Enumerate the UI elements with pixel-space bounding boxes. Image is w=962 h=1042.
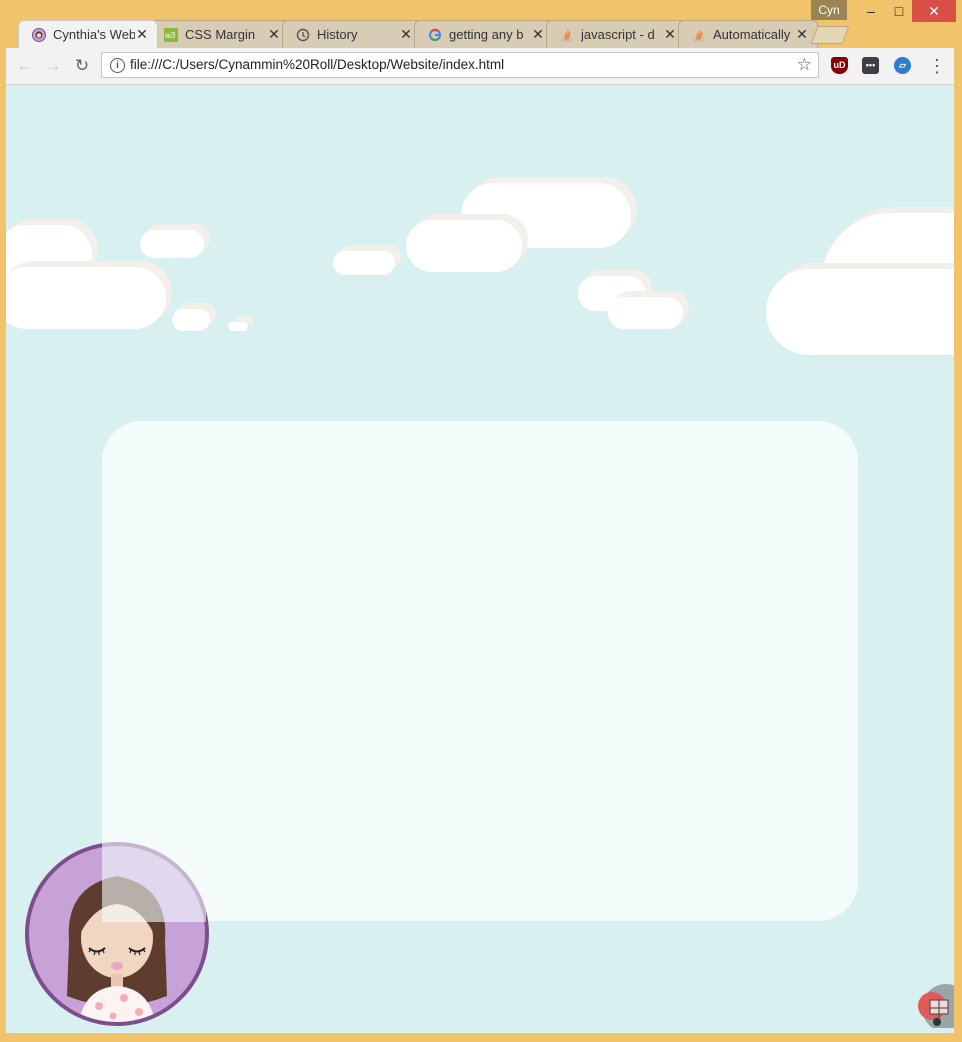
cloud	[140, 230, 204, 258]
history-icon	[295, 27, 311, 43]
stackoverflow-icon	[691, 27, 707, 43]
tab-css-margin[interactable]: w3 CSS Margin ✕	[150, 20, 290, 48]
extension-blue-icon[interactable]: ▱	[894, 57, 911, 74]
cloud	[608, 297, 683, 329]
extension-dots-icon[interactable]: •••	[862, 57, 879, 74]
cloud	[333, 251, 395, 275]
tab-strip: Cynthia's Website ✕ w3 CSS Margin ✕ Hist…	[0, 18, 962, 48]
cloud	[406, 220, 522, 272]
tab-title: CSS Margin	[185, 27, 256, 42]
browser-menu-icon[interactable]: ⋮	[928, 56, 946, 77]
address-bar[interactable]: i file:///C:/Users/Cynammin%20Roll/Deskt…	[101, 52, 819, 78]
profile-badge[interactable]: Cyn	[811, 0, 847, 20]
bookmark-star-icon[interactable]: ☆	[797, 55, 812, 75]
avatar[interactable]	[25, 842, 209, 1026]
content-panel	[102, 421, 858, 921]
corner-widget-icon[interactable]	[912, 978, 954, 1032]
tab-title: getting any b	[449, 27, 524, 42]
girl-avatar-icon	[67, 876, 167, 1022]
info-icon[interactable]: i	[110, 58, 125, 73]
w3-favicon-icon: w3	[163, 27, 179, 43]
tab-cynthias-website[interactable]: Cynthia's Website ✕	[18, 20, 158, 48]
page-viewport	[6, 85, 954, 1033]
cloud	[228, 322, 248, 331]
cloud	[766, 269, 954, 355]
google-g-icon	[427, 27, 443, 43]
url-text[interactable]: file:///C:/Users/Cynammin%20Roll/Desktop…	[130, 57, 504, 72]
tab-javascript-stackoverflow[interactable]: javascript - d ✕	[546, 20, 686, 48]
tab-title: javascript - d	[581, 27, 655, 42]
tab-close-icon[interactable]: ✕	[663, 26, 677, 43]
tab-close-icon[interactable]: ✕	[399, 26, 413, 43]
cloud	[172, 309, 210, 331]
tab-history[interactable]: History ✕	[282, 20, 422, 48]
tab-title: Automatically	[713, 27, 791, 42]
back-button[interactable]: ←	[15, 56, 35, 76]
forward-button[interactable]: →	[43, 56, 63, 76]
tab-title: History	[317, 27, 358, 42]
tab-close-icon[interactable]: ✕	[531, 26, 545, 43]
browser-window: Cyn – □ ✕ Cynthia's Website ✕ w3 CSS Mar…	[0, 0, 962, 1042]
stackoverflow-icon	[559, 27, 575, 43]
tab-close-icon[interactable]: ✕	[267, 26, 281, 43]
tab-google-search[interactable]: getting any b ✕	[414, 20, 554, 48]
new-tab-button[interactable]	[810, 26, 850, 44]
tab-close-icon[interactable]: ✕	[135, 26, 149, 43]
tab-automatically-stackoverflow[interactable]: Automatically ✕	[678, 20, 818, 48]
window-bottom-border	[0, 1034, 962, 1042]
reload-button[interactable]: ↻	[72, 56, 92, 76]
svg-text:w3: w3	[164, 31, 176, 40]
browser-toolbar: ← → ↻ i file:///C:/Users/Cynammin%20Roll…	[6, 48, 954, 85]
tab-close-icon[interactable]: ✕	[795, 26, 809, 43]
avatar-favicon-icon	[31, 27, 47, 43]
tab-title: Cynthia's Website	[53, 27, 135, 42]
cloud	[6, 267, 166, 329]
ublock-extension-icon[interactable]: uD	[831, 57, 848, 74]
